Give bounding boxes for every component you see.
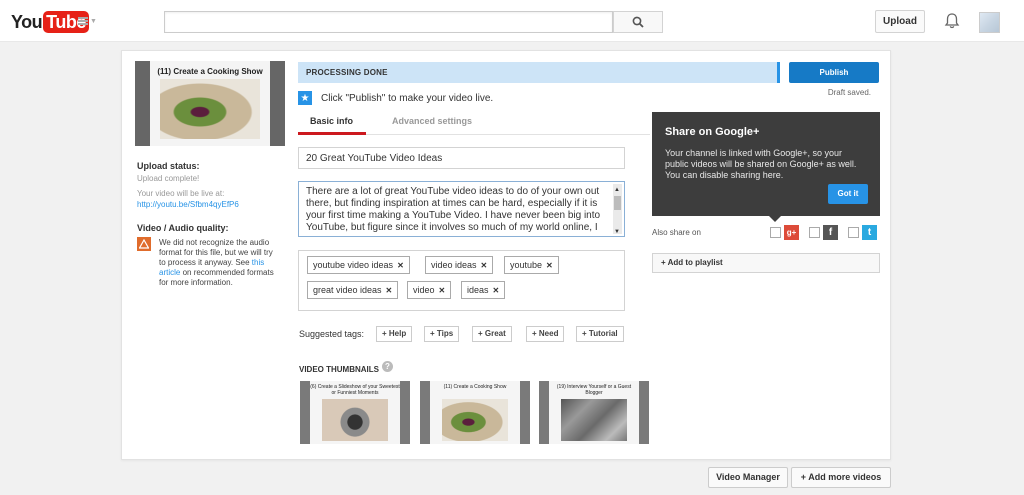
remove-tag-icon[interactable]: ✕ xyxy=(386,286,393,295)
publish-hint: Click "Publish" to make your video live. xyxy=(321,93,494,104)
also-share-label: Also share on xyxy=(652,228,701,237)
remove-tag-icon[interactable]: ✕ xyxy=(397,261,404,270)
suggested-tag-button[interactable]: + Tutorial xyxy=(576,326,624,342)
scroll-up-icon[interactable]: ▲ xyxy=(614,184,620,196)
video-thumbnail: (11) Create a Cooking Show xyxy=(135,61,285,146)
avatar[interactable] xyxy=(979,12,1000,33)
upload-complete-text: Upload complete! xyxy=(137,174,200,183)
tag-chip: video ideas ✕ xyxy=(425,256,494,274)
suggested-tag-button[interactable]: + Great xyxy=(472,326,512,342)
bell-icon xyxy=(944,13,960,29)
masthead: You Tube ▼ Upload xyxy=(0,0,1024,42)
search-input[interactable] xyxy=(164,11,613,33)
thumbnail-option[interactable]: (6) Create a Slideshow of your Sweetest … xyxy=(300,381,410,444)
description-field[interactable]: There are a lot of great YouTube video i… xyxy=(298,181,625,237)
facebook-icon: f xyxy=(823,225,838,240)
suggested-tag-button[interactable]: + Need xyxy=(526,326,565,342)
notifications-button[interactable] xyxy=(943,12,961,30)
thumbnail-image xyxy=(442,399,508,441)
star-icon: ★ xyxy=(298,91,312,105)
popup-title: Share on Google+ xyxy=(665,126,760,138)
google-plus-icon: g+ xyxy=(784,225,799,240)
suggested-tags-label: Suggested tags: xyxy=(299,329,365,339)
logo-you: You xyxy=(11,11,43,32)
thumbnail-image xyxy=(561,399,627,441)
add-to-playlist-button[interactable]: + Add to playlist xyxy=(652,253,880,273)
chevron-down-icon: ▼ xyxy=(90,17,97,25)
upload-card: (11) Create a Cooking Show Upload status… xyxy=(121,50,891,460)
tag-chip: ideas ✕ xyxy=(461,281,506,299)
remove-tag-icon[interactable]: ✕ xyxy=(493,286,500,295)
description-scrollbar[interactable]: ▲ ▼ xyxy=(613,184,622,236)
tab-bar: Basic info Advanced settings xyxy=(298,111,650,135)
video-thumbnail-image xyxy=(160,79,260,139)
quality-message: We did not recognize the audio format fo… xyxy=(159,238,274,287)
tag-chip: great video ideas ✕ xyxy=(307,281,399,299)
suggested-tag-button[interactable]: + Tips xyxy=(424,326,460,342)
thumbnail-caption: (6) Create a Slideshow of your Sweetest … xyxy=(310,384,400,396)
share-twitter-checkbox[interactable] xyxy=(848,227,859,238)
upload-status-heading: Upload status: xyxy=(137,161,200,171)
video-url-link[interactable]: http://youtu.be/Sfbm4qyEfP6 xyxy=(137,200,239,209)
thumbnail-caption: (19) Interview Yourself or a Guest Blogg… xyxy=(556,384,632,396)
tab-basic-info[interactable]: Basic info xyxy=(310,116,353,126)
tags-field[interactable]: youtube video ideas ✕ video ideas ✕ youtub… xyxy=(298,250,625,311)
got-it-button[interactable]: Got it xyxy=(828,184,868,204)
scroll-down-icon[interactable]: ▼ xyxy=(614,226,620,236)
twitter-icon: t xyxy=(862,225,877,240)
suggested-tag-button[interactable]: + Help xyxy=(376,326,413,342)
warning-icon xyxy=(137,237,151,251)
thumbnail-caption: (11) Create a Cooking Show xyxy=(443,384,507,390)
video-thumbnails-label: VIDEO THUMBNAILS xyxy=(299,365,379,374)
thumbnail-option[interactable]: (11) Create a Cooking Show xyxy=(420,381,530,444)
processing-status-bar: PROCESSING DONE xyxy=(298,62,780,83)
share-facebook-checkbox[interactable] xyxy=(809,227,820,238)
title-field[interactable]: 20 Great YouTube Video Ideas xyxy=(298,147,625,169)
help-icon[interactable]: ? xyxy=(382,361,393,372)
share-google-checkbox[interactable] xyxy=(770,227,781,238)
tag-chip: youtube ✕ xyxy=(504,256,559,274)
thumbnail-option[interactable]: (19) Interview Yourself or a Guest Blogg… xyxy=(539,381,649,444)
remove-tag-icon[interactable]: ✕ xyxy=(439,286,446,295)
active-tab-indicator xyxy=(298,132,366,135)
search-button[interactable] xyxy=(613,11,663,33)
video-manager-button[interactable]: Video Manager xyxy=(708,467,788,488)
google-plus-share-popup: Share on Google+ Your channel is linked … xyxy=(652,112,880,222)
popup-text: Your channel is linked with Google+, so … xyxy=(665,148,857,180)
remove-tag-icon[interactable]: ✕ xyxy=(481,261,488,270)
video-thumbnail-title: (11) Create a Cooking Show xyxy=(157,67,263,76)
tag-chip: youtube video ideas ✕ xyxy=(307,256,410,274)
description-text: There are a lot of great YouTube video i… xyxy=(306,186,601,233)
tab-advanced-settings[interactable]: Advanced settings xyxy=(392,116,472,126)
search-icon xyxy=(632,16,644,28)
hamburger-icon xyxy=(78,17,88,25)
remove-tag-icon[interactable]: ✕ xyxy=(546,261,553,270)
publish-button[interactable]: Publish xyxy=(789,62,879,83)
draft-saved-text: Draft saved. xyxy=(827,88,871,97)
scroll-thumb[interactable] xyxy=(614,196,621,210)
live-at-text: Your video will be live at: xyxy=(137,189,225,198)
upload-button[interactable]: Upload xyxy=(875,10,925,33)
tag-chip: video ✕ xyxy=(407,281,452,299)
guide-menu-button[interactable]: ▼ xyxy=(78,14,98,28)
add-more-videos-button[interactable]: + Add more videos xyxy=(791,467,891,488)
popup-arrow xyxy=(769,216,781,222)
thumbnail-image xyxy=(322,399,388,441)
quality-heading: Video / Audio quality: xyxy=(137,223,229,233)
